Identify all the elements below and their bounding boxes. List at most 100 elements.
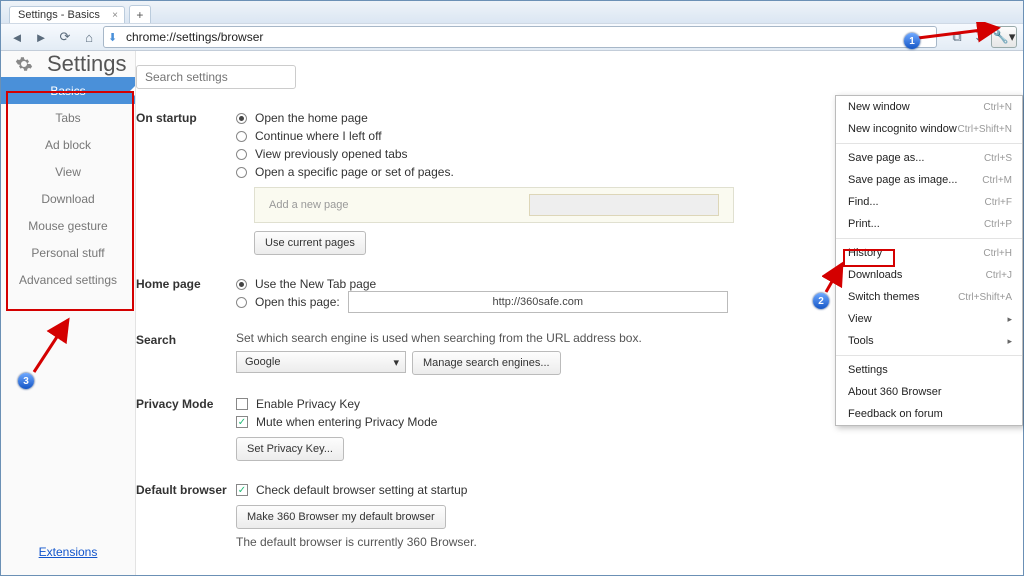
annotation-badge-2: 2 xyxy=(813,293,829,309)
sidebar-item-personal-stuff[interactable]: Personal stuff xyxy=(1,239,135,266)
sidebar-item-view[interactable]: View xyxy=(1,158,135,185)
menu-incognito[interactable]: New incognito windowCtrl+Shift+N xyxy=(836,118,1022,140)
homepage-url-input[interactable] xyxy=(348,291,728,313)
manage-search-engines-button[interactable]: Manage search engines... xyxy=(412,351,561,375)
menu-shortcut: Ctrl+Shift+N xyxy=(958,124,1012,135)
add-page-input[interactable] xyxy=(529,194,719,216)
annotation-badge-1: 1 xyxy=(904,33,920,49)
sidebar-item-label: Ad block xyxy=(45,138,91,152)
link-label: Extensions xyxy=(39,545,98,559)
menu-shortcut: Ctrl+J xyxy=(986,270,1012,281)
menu-tools[interactable]: Tools xyxy=(836,330,1022,352)
menu-find[interactable]: Find...Ctrl+F xyxy=(836,191,1022,213)
sidebar-item-label: Tabs xyxy=(55,111,80,125)
menu-label: Feedback on forum xyxy=(848,408,943,420)
sidebar-item-basics[interactable]: Basics xyxy=(1,77,135,104)
radio-icon xyxy=(236,279,247,290)
set-privacy-key-button[interactable]: Set Privacy Key... xyxy=(236,437,344,461)
reload-button[interactable]: ⟳ xyxy=(55,27,75,47)
badge-label: 3 xyxy=(23,376,29,387)
page-title: Settings xyxy=(47,51,127,77)
option-label: Enable Privacy Key xyxy=(256,397,360,411)
menu-shortcut: Ctrl+M xyxy=(982,175,1012,186)
option-label: Check default browser setting at startup xyxy=(256,483,467,497)
menu-view[interactable]: View xyxy=(836,308,1022,330)
menu-separator xyxy=(836,238,1022,239)
sidebar-item-tabs[interactable]: Tabs xyxy=(1,104,135,131)
sidebar-item-advanced-settings[interactable]: Advanced settings xyxy=(1,266,135,293)
make-default-button[interactable]: Make 360 Browser my default browser xyxy=(236,505,446,529)
sidebar-item-mouse-gesture[interactable]: Mouse gesture xyxy=(1,212,135,239)
radio-icon xyxy=(236,149,247,160)
section-label-homepage: Home page xyxy=(136,275,236,311)
menu-label: New incognito window xyxy=(848,123,957,135)
menu-feedback[interactable]: Feedback on forum xyxy=(836,403,1022,425)
search-settings-input[interactable] xyxy=(136,65,296,89)
search-engine-select[interactable]: Google xyxy=(236,351,406,373)
menu-switch-themes[interactable]: Switch themes Ctrl+Shift+A xyxy=(836,286,1022,308)
sidebar-list: Basics Tabs Ad block View Download Mouse… xyxy=(1,77,135,537)
menu-label: Settings xyxy=(848,364,888,376)
default-status: The default browser is currently 360 Bro… xyxy=(236,535,1023,549)
menu-save-as[interactable]: Save page as...Ctrl+S xyxy=(836,147,1022,169)
checkbox-icon: ✓ xyxy=(236,484,248,496)
close-icon[interactable]: × xyxy=(112,10,118,21)
section-label-startup: On startup xyxy=(136,109,236,255)
menu-settings[interactable]: Settings xyxy=(836,359,1022,381)
menu-history[interactable]: History Ctrl+H xyxy=(836,242,1022,264)
menu-label: Save page as image... xyxy=(848,174,957,186)
tab-strip: Settings - Basics × + xyxy=(1,1,1023,23)
menu-print[interactable]: Print... Ctrl+P xyxy=(836,213,1022,235)
add-page-placeholder[interactable]: Add a new page xyxy=(269,199,349,211)
menu-label: Find... xyxy=(848,196,879,208)
browser-window: Settings - Basics × + ◄ ► ⟳ ⌂ ⬇ chrome:/… xyxy=(0,0,1024,576)
sidebar-item-adblock[interactable]: Ad block xyxy=(1,131,135,158)
badge-label: 2 xyxy=(818,296,824,307)
forward-button[interactable]: ► xyxy=(31,27,51,47)
use-current-pages-button[interactable]: Use current pages xyxy=(254,231,366,255)
address-bar[interactable]: ⬇ chrome://settings/browser xyxy=(103,26,937,48)
toolbar: ◄ ► ⟳ ⌂ ⬇ chrome://settings/browser ⧉ ↧ … xyxy=(1,23,1023,51)
menu-downloads[interactable]: Downloads Ctrl+J xyxy=(836,264,1022,286)
sidebar-item-label: Mouse gesture xyxy=(28,219,107,233)
radio-icon xyxy=(236,297,247,308)
sidebar-item-download[interactable]: Download xyxy=(1,185,135,212)
menu-shortcut: Ctrl+Shift+A xyxy=(958,292,1012,303)
menu-shortcut: Ctrl+S xyxy=(984,153,1012,164)
wrench-menu: New windowCtrl+N New incognito windowCtr… xyxy=(835,95,1023,426)
tab-settings[interactable]: Settings - Basics × xyxy=(9,6,125,23)
radio-icon xyxy=(236,167,247,178)
option-label: Open the home page xyxy=(255,111,368,125)
download-icon[interactable]: ↧ xyxy=(969,27,989,47)
home-button[interactable]: ⌂ xyxy=(79,27,99,47)
menu-save-image[interactable]: Save page as image... Ctrl+M xyxy=(836,169,1022,191)
checkbox-icon: ✓ xyxy=(236,416,248,428)
menu-shortcut: Ctrl+P xyxy=(984,219,1012,230)
menu-label: History xyxy=(848,247,882,259)
gear-icon xyxy=(15,55,33,73)
new-tab-button[interactable]: + xyxy=(129,5,151,23)
section-label-search: Search xyxy=(136,331,236,375)
default-check-startup[interactable]: ✓ Check default browser setting at startu… xyxy=(236,481,1023,499)
checkbox-icon xyxy=(236,398,248,410)
section-label-default: Default browser xyxy=(136,481,236,549)
settings-sidebar: Settings Basics Tabs Ad block View Downl… xyxy=(1,51,136,575)
extensions-link[interactable]: Extensions xyxy=(1,537,135,575)
menu-new-window[interactable]: New windowCtrl+N xyxy=(836,96,1022,118)
menu-label: Print... xyxy=(848,218,880,230)
menu-label: Downloads xyxy=(848,269,902,281)
restore-icon[interactable]: ⧉ xyxy=(947,27,967,47)
select-value: Google xyxy=(245,356,280,368)
wrench-menu-button[interactable]: 🔧▾ xyxy=(991,26,1017,48)
menu-about[interactable]: About 360 Browser xyxy=(836,381,1022,403)
menu-label: Tools xyxy=(848,335,874,347)
back-button[interactable]: ◄ xyxy=(7,27,27,47)
option-label: Open a specific page or set of pages. xyxy=(255,165,454,179)
toolbar-right: ⧉ ↧ 🔧▾ xyxy=(947,26,1017,48)
content-area: Settings Basics Tabs Ad block View Downl… xyxy=(1,51,1023,575)
radio-icon xyxy=(236,113,247,124)
site-identity-icon: ⬇ xyxy=(108,31,122,44)
option-label: View previously opened tabs xyxy=(255,147,408,161)
menu-shortcut: Ctrl+H xyxy=(983,248,1012,259)
menu-label: Switch themes xyxy=(848,291,920,303)
